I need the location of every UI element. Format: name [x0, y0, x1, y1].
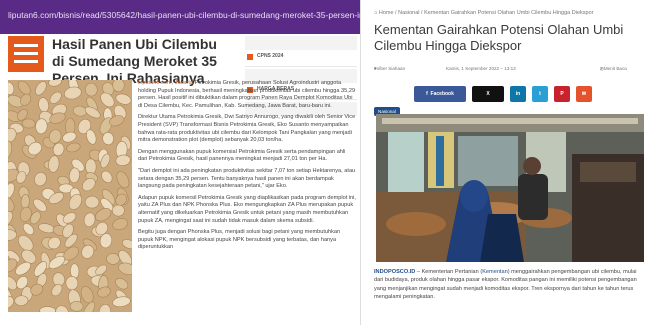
- paragraph: Begitu juga dengan Phonska Plus, menjadi…: [138, 229, 341, 251]
- article-lead: INDOPOSCO.ID – Kementerian Pertanian (Ke…: [374, 269, 637, 301]
- publish-date: Kamis, 1 September 2022 – 13:13: [446, 66, 516, 71]
- article-body: Liputan6.com, Jakarta Petrokimia Gresik,…: [138, 80, 356, 256]
- share-pinterest-button[interactable]: P: [554, 86, 570, 102]
- paragraph: "Dari demplot ini ada peningkatan produk…: [138, 167, 356, 190]
- email-icon: ✉: [581, 91, 587, 97]
- liputan6-article-screenshot: liputan6.com/bisnis/read/5305642/hasil-p…: [0, 0, 361, 325]
- share-x-button[interactable]: X: [472, 86, 504, 102]
- site-logo-icon: [8, 36, 44, 72]
- paragraph: Direktur Utama Petrokimia Gresik, Dwi Sa…: [138, 114, 356, 144]
- sweet-potato-pile-image: [8, 80, 132, 312]
- paragraph: Liputan6.com, Jakarta Petrokimia Gresik,…: [138, 80, 356, 109]
- pinterest-icon: P: [560, 91, 564, 97]
- linkedin-icon: in: [515, 91, 521, 97]
- breadcrumb: ⌂ Home / Nasional / Kementan Gairahkan P…: [374, 10, 594, 16]
- url-text: liputan6.com/bisnis/read/5305642/hasil-p…: [8, 10, 360, 20]
- telegram-icon: t: [539, 91, 541, 97]
- share-facebook-button[interactable]: f Facebook: [414, 86, 466, 102]
- kementan-link[interactable]: Kementan: [482, 269, 508, 275]
- article-title: Kementan Gairahkan Potensi Olahan Umbi C…: [374, 22, 624, 53]
- article-source[interactable]: Liputan6.com, Jakarta: [138, 80, 193, 86]
- article-source: INDOPOSCO.ID: [374, 269, 416, 275]
- bullet-icon: [247, 54, 253, 60]
- share-email-button[interactable]: ✉: [576, 86, 592, 102]
- paragraph: Dengan menggunakan pupuk komersial Petro…: [138, 148, 346, 163]
- address-bar[interactable]: liputan6.com/bisnis/read/5305642/hasil-p…: [0, 0, 360, 34]
- x-icon: X: [486, 91, 490, 97]
- sidebar-item-cpns[interactable]: CPNS 2024: [245, 50, 357, 67]
- sweet-potato-photo: [8, 80, 132, 312]
- sidebar-banner: [245, 36, 357, 50]
- share-linkedin-button[interactable]: in: [510, 86, 526, 102]
- indoposco-article-screenshot: ⌂ Home / Nasional / Kementan Gairahkan P…: [366, 0, 647, 325]
- share-telegram-button[interactable]: t: [532, 86, 548, 102]
- market-photo: [376, 114, 644, 262]
- article-meta: ● Folber Siahaan Kamis, 1 September 2022…: [374, 66, 627, 71]
- market-stall-image: [376, 114, 644, 262]
- paragraph: Adapun pupuk komersil Petrokimia Gresik …: [138, 194, 356, 224]
